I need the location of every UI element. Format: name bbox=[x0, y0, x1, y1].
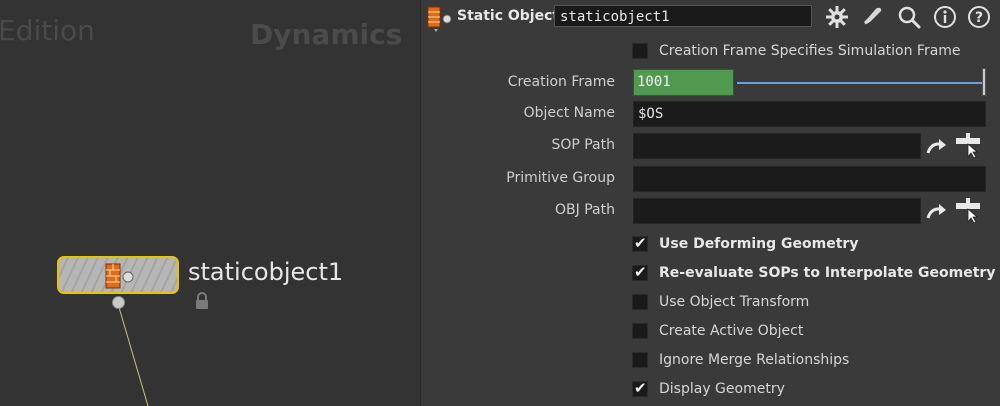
help-icon[interactable]: ? bbox=[965, 3, 993, 31]
creation-frame-slider-handle[interactable] bbox=[982, 68, 986, 96]
use-object-transform-label: Use Object Transform bbox=[659, 294, 810, 310]
creation-frame-label: Creation Frame bbox=[507, 74, 615, 90]
create-active-object-label: Create Active Object bbox=[659, 323, 804, 339]
object-name-input[interactable]: $OS bbox=[633, 101, 986, 127]
parameter-pane: Static Object staticobject1 ? Creation F… bbox=[420, 0, 1000, 406]
operator-chooser-icon[interactable] bbox=[955, 198, 981, 224]
wrench-icon[interactable] bbox=[857, 3, 885, 31]
ignore-merge-relationships-label: Ignore Merge Relationships bbox=[659, 352, 850, 368]
node-wire bbox=[117, 303, 149, 406]
obj-path-label: OBJ Path bbox=[555, 202, 615, 218]
network-editor[interactable]: Edition Dynamics staticobject1 bbox=[0, 0, 420, 406]
use-deforming-geometry-toggle[interactable]: Use Deforming Geometry bbox=[632, 233, 858, 255]
brick-icon bbox=[104, 262, 138, 292]
ignore-merge-relationships-checkbox[interactable] bbox=[632, 352, 648, 368]
creation-frame-slider-track[interactable] bbox=[737, 82, 984, 84]
creation-frame-input[interactable]: 1001 bbox=[633, 69, 734, 96]
display-geometry-label: Display Geometry bbox=[659, 381, 785, 397]
primitive-group-label: Primitive Group bbox=[506, 170, 615, 186]
parameter-header: Static Object staticobject1 ? bbox=[421, 0, 1000, 36]
create-active-object-toggle[interactable]: Create Active Object bbox=[632, 320, 803, 342]
jump-to-operator-icon[interactable] bbox=[925, 200, 951, 224]
reevaluate-sops-toggle[interactable]: Re-evaluate SOPs to Interpolate Geometry bbox=[632, 262, 995, 284]
display-geometry-checkbox[interactable] bbox=[632, 379, 648, 397]
jump-to-operator-icon[interactable] bbox=[925, 135, 951, 159]
object-name-label: Object Name bbox=[523, 105, 615, 121]
reevaluate-sops-checkbox[interactable] bbox=[632, 263, 648, 281]
use-deforming-geometry-label: Use Deforming Geometry bbox=[659, 236, 859, 252]
static-object-icon[interactable] bbox=[426, 5, 456, 37]
node-type-title: Static Object bbox=[457, 8, 560, 24]
creation-frame-specifies-toggle[interactable]: Creation Frame Specifies Simulation Fram… bbox=[632, 40, 961, 62]
obj-path-input[interactable] bbox=[633, 198, 921, 224]
search-icon[interactable] bbox=[895, 3, 923, 31]
creation-frame-specifies-label: Creation Frame Specifies Simulation Fram… bbox=[659, 43, 961, 59]
operator-chooser-icon[interactable] bbox=[955, 133, 981, 159]
primitive-group-input[interactable] bbox=[633, 166, 986, 192]
reevaluate-sops-label: Re-evaluate SOPs to Interpolate Geometry bbox=[659, 265, 996, 281]
creation-frame-specifies-checkbox[interactable] bbox=[632, 43, 648, 59]
lock-icon[interactable] bbox=[194, 292, 210, 314]
node-name-input[interactable]: staticobject1 bbox=[554, 5, 812, 27]
ignore-merge-relationships-toggle[interactable]: Ignore Merge Relationships bbox=[632, 349, 849, 371]
gear-icon[interactable] bbox=[823, 3, 851, 31]
create-active-object-checkbox[interactable] bbox=[632, 323, 648, 339]
use-object-transform-toggle[interactable]: Use Object Transform bbox=[632, 291, 809, 313]
use-object-transform-checkbox[interactable] bbox=[632, 294, 648, 310]
node-output-connector[interactable] bbox=[112, 296, 125, 309]
info-icon[interactable] bbox=[931, 3, 959, 31]
use-deforming-geometry-checkbox[interactable] bbox=[632, 234, 648, 252]
static-object-node[interactable] bbox=[57, 256, 179, 294]
display-geometry-toggle[interactable]: Display Geometry bbox=[632, 378, 785, 400]
sop-path-input[interactable] bbox=[633, 133, 921, 159]
sop-path-label: SOP Path bbox=[551, 137, 615, 153]
node-name-label: staticobject1 bbox=[188, 258, 344, 286]
svg-text:?: ? bbox=[975, 10, 983, 26]
